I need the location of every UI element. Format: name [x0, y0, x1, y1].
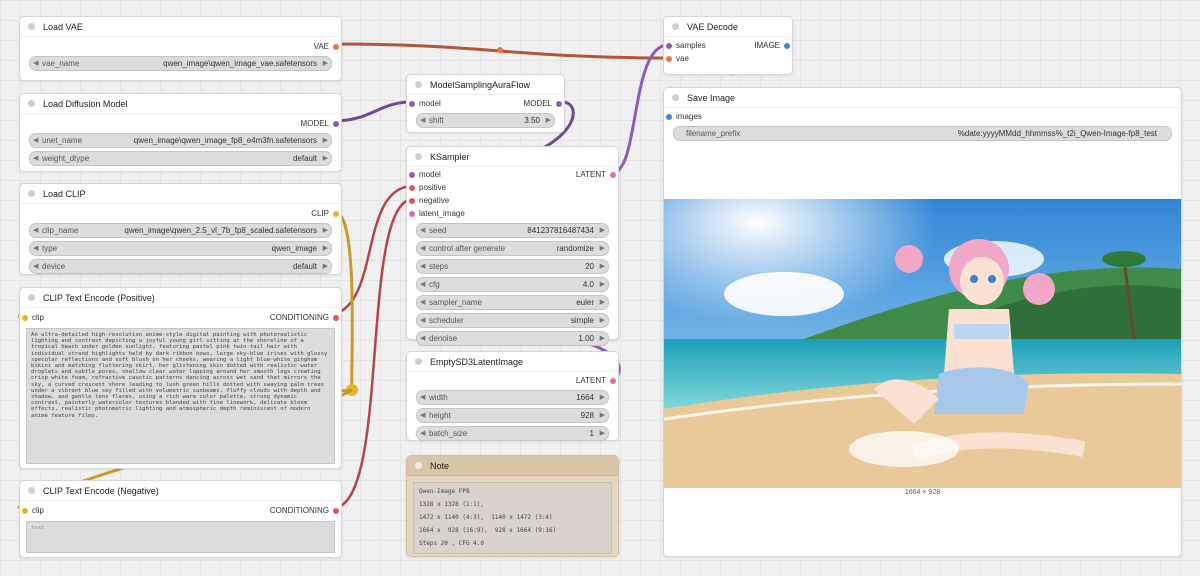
positive-input-pin-icon	[409, 184, 415, 191]
node-title: Save Image	[687, 92, 736, 103]
image-output-pin-icon	[784, 42, 790, 49]
model-output[interactable]: MODEL	[301, 117, 339, 130]
save-image-node[interactable]: Save Image images filename_prefix %date:y…	[663, 87, 1182, 557]
vae-decode-node[interactable]: VAE Decode samples IMAGE vae	[663, 16, 793, 75]
note-line: Steps 20 , CFG 4.0	[419, 540, 485, 547]
clip-input-pin-icon	[22, 507, 28, 514]
model-output[interactable]: MODEL	[524, 97, 562, 110]
ksampler-node[interactable]: KSampler model LATENT positive negative …	[406, 146, 619, 346]
unet-name-widget[interactable]: ◀ unet_name qwen_image\qwen_image_fp8_e4m3…	[29, 133, 332, 148]
vae-output-pin-icon	[333, 43, 339, 50]
node-title: Load CLIP	[43, 188, 86, 199]
model-sampling-auraflow-node[interactable]: ModelSamplingAuraFlow model MODEL ◀ shift…	[406, 74, 565, 133]
height-widget[interactable]: ◀ height 928 ▶	[416, 408, 609, 423]
note-line: Qwen-Image FP8	[419, 488, 470, 495]
collapse-dot-icon[interactable]	[415, 81, 422, 88]
shift-widget[interactable]: ◀ shift 3.50 ▶	[416, 113, 555, 128]
collapse-dot-icon[interactable]	[28, 487, 35, 494]
conditioning-output[interactable]: CONDITIONING	[270, 504, 339, 517]
conditioning-output-pin-icon	[333, 507, 339, 514]
load-diffusion-model-node[interactable]: Load Diffusion Model MODEL ◀ unet_name qwe…	[19, 93, 342, 172]
samples-input[interactable]: samples	[666, 39, 706, 52]
collapse-dot-icon[interactable]	[28, 294, 35, 301]
vae-output[interactable]: VAE	[314, 40, 339, 53]
clip-type-widget[interactable]: ◀ type qwen_image ▶	[29, 241, 332, 256]
images-input[interactable]: images	[666, 110, 702, 123]
node-title: EmptySD3LatentImage	[430, 356, 524, 367]
collapse-dot-icon[interactable]	[28, 190, 35, 197]
scheduler-widget[interactable]: ◀ scheduler simple ▶	[416, 313, 609, 328]
generated-image-preview[interactable]	[664, 199, 1181, 488]
vae-input[interactable]: vae	[666, 52, 689, 65]
negative-input-pin-icon	[409, 197, 415, 204]
vae-input-pin-icon	[666, 55, 672, 62]
model-input[interactable]: model	[409, 97, 441, 110]
samples-input-pin-icon	[666, 42, 672, 49]
steps-widget[interactable]: ◀ steps 20 ▶	[416, 259, 609, 274]
latent-output[interactable]: LATENT	[576, 168, 616, 181]
images-input-pin-icon	[666, 113, 672, 120]
clip-input[interactable]: clip	[22, 311, 44, 324]
weight-dtype-widget[interactable]: ◀ weight_dtype default ▶	[29, 151, 332, 166]
negative-input[interactable]: negative	[409, 194, 449, 207]
node-title: VAE Decode	[687, 21, 738, 32]
latent-output-pin-icon	[610, 171, 616, 178]
image-size-caption: 1664 × 928	[904, 489, 941, 496]
collapse-dot-icon[interactable]	[672, 94, 679, 101]
positive-prompt-textarea[interactable]: An ultra-detailed high-resolution anime-…	[26, 328, 335, 464]
load-clip-node[interactable]: Load CLIP CLIP ◀ clip_name qwen_image\qwen…	[19, 183, 342, 275]
node-title: KSampler	[430, 151, 470, 162]
seed-widget[interactable]: ◀ seed 841237816487434 ▶	[416, 223, 609, 238]
collapse-dot-icon[interactable]	[28, 100, 35, 107]
filename-prefix-widget[interactable]: filename_prefix %date:yyyyMMdd_hhmmss%_t2…	[673, 126, 1172, 141]
collapse-dot-icon[interactable]	[415, 462, 422, 469]
width-widget[interactable]: ◀ width 1664 ▶	[416, 390, 609, 405]
node-title: ModelSamplingAuraFlow	[430, 79, 531, 90]
node-title: Load Diffusion Model	[43, 98, 128, 109]
latent-image-input-pin-icon	[409, 210, 415, 217]
model-output-pin-icon	[556, 100, 562, 107]
clip-input[interactable]: clip	[22, 504, 44, 517]
model-input-pin-icon	[409, 100, 415, 107]
clip-output-pin-icon	[333, 210, 339, 217]
clip-text-encode-negative-node[interactable]: CLIP Text Encode (Negative) clip CONDITI…	[19, 480, 342, 558]
conditioning-output-pin-icon	[333, 314, 339, 321]
negative-prompt-textarea[interactable]: text	[26, 521, 335, 553]
collapse-dot-icon[interactable]	[415, 358, 422, 365]
note-line: 1664 x 928 (16:9), 928 x 1664 (9:16)	[419, 527, 557, 534]
vae-name-widget[interactable]: ◀ vae_name qwen_image\qwen_image_vae.safet…	[29, 56, 332, 71]
latent-image-input[interactable]: latent_image	[409, 207, 465, 220]
note-node[interactable]: Note Qwen-Image FP8 1328 x 1328 (1:1), 1…	[406, 455, 619, 557]
cfg-widget[interactable]: ◀ cfg 4.0 ▶	[416, 277, 609, 292]
node-title: CLIP Text Encode (Positive)	[43, 292, 155, 303]
collapse-dot-icon[interactable]	[672, 23, 679, 30]
control-after-generate-widget[interactable]: ◀ control after generate randomize ▶	[416, 241, 609, 256]
load-vae-node[interactable]: Load VAE VAE ◀ vae_name qwen_image\qwen_im…	[19, 16, 342, 81]
node-title: Load VAE	[43, 21, 83, 32]
latent-output[interactable]: LATENT	[576, 374, 616, 387]
note-textarea[interactable]: Qwen-Image FP8 1328 x 1328 (1:1), 1472 x…	[413, 482, 612, 554]
model-input[interactable]: model	[409, 168, 441, 181]
clip-name-widget[interactable]: ◀ clip_name qwen_image\qwen_2.5_vl_7b_fp8_…	[29, 223, 332, 238]
clip-text-encode-positive-node[interactable]: CLIP Text Encode (Positive) clip CONDITI…	[19, 287, 342, 469]
latent-output-pin-icon	[610, 377, 616, 384]
model-input-pin-icon	[409, 171, 415, 178]
collapse-dot-icon[interactable]	[415, 153, 422, 160]
clip-output[interactable]: CLIP	[311, 207, 339, 220]
denoise-widget[interactable]: ◀ denoise 1.00 ▶	[416, 331, 609, 346]
image-output[interactable]: IMAGE	[754, 39, 790, 52]
note-line: 1328 x 1328 (1:1),	[419, 501, 485, 508]
clip-device-widget[interactable]: ◀ device default ▶	[29, 259, 332, 274]
node-title: Note	[430, 460, 450, 471]
note-line: 1472 x 1140 (4:3), 1140 x 1472 (3:4)	[419, 514, 553, 521]
sampler-name-widget[interactable]: ◀ sampler_name euler ▶	[416, 295, 609, 310]
clip-input-pin-icon	[22, 314, 28, 321]
empty-sd3-latent-image-node[interactable]: EmptySD3LatentImage LATENT ◀ width 1664 ▶ ◀…	[406, 351, 619, 441]
collapse-dot-icon[interactable]	[28, 23, 35, 30]
batch-size-widget[interactable]: ◀ batch_size 1 ▶	[416, 426, 609, 441]
node-title: CLIP Text Encode (Negative)	[43, 485, 159, 496]
positive-input[interactable]: positive	[409, 181, 446, 194]
conditioning-output[interactable]: CONDITIONING	[270, 311, 339, 324]
model-output-pin-icon	[333, 120, 339, 127]
